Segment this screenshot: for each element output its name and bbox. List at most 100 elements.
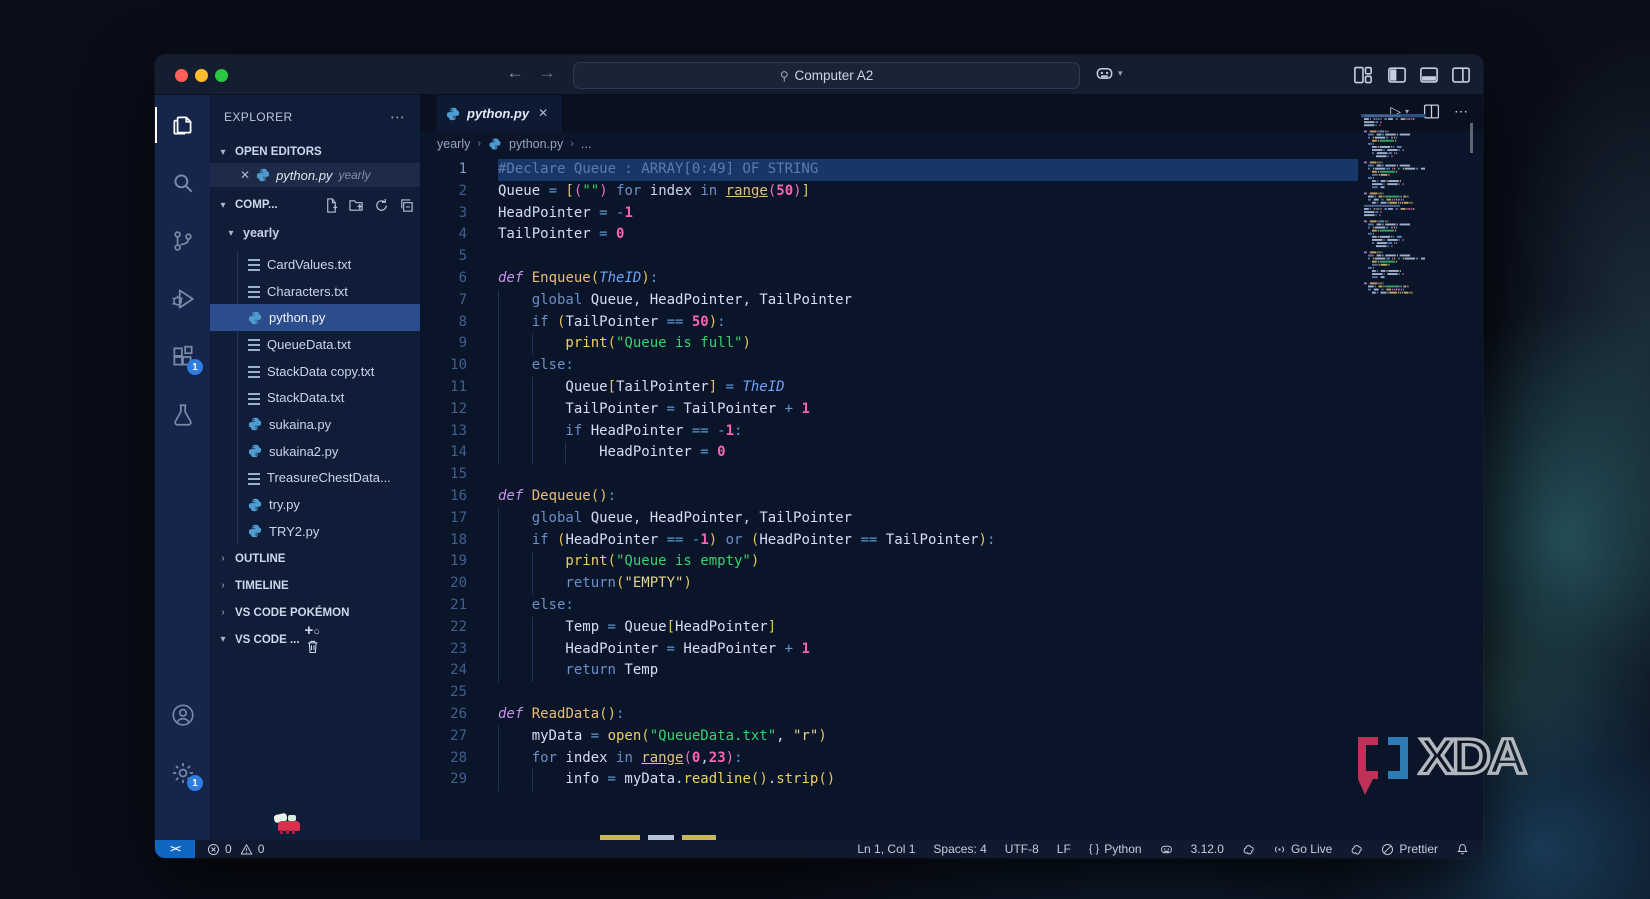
- breadcrumb-symbol[interactable]: ...: [581, 137, 591, 151]
- squiggle-icon[interactable]: [1350, 843, 1363, 856]
- code-line-24[interactable]: 24 return Temp: [420, 660, 1483, 683]
- code-line-27[interactable]: 27 myData = open("QueueData.txt", "r"): [420, 725, 1483, 748]
- code-line-16[interactable]: 16 def Dequeue():: [420, 486, 1483, 508]
- code-line-12[interactable]: 12 TailPointer = TailPointer + 1: [420, 398, 1483, 421]
- sidebar-section-vs-code-[interactable]: ▾ VS CODE ... +○: [210, 622, 420, 654]
- remote-indicator[interactable]: ><: [155, 840, 195, 858]
- scrollbar-thumb[interactable]: [1470, 123, 1473, 153]
- code-line-6[interactable]: 6 def Enqueue(TheID):: [420, 268, 1483, 290]
- minimap[interactable]: [1361, 113, 1425, 773]
- split-editor-icon[interactable]: [1423, 103, 1440, 120]
- open-editors-section[interactable]: ▾ OPEN EDITORS: [210, 141, 420, 163]
- problems-errors[interactable]: 0: [207, 842, 232, 856]
- code-line-10[interactable]: 10 else:: [420, 355, 1483, 377]
- trash-icon[interactable]: [305, 639, 320, 654]
- customize-layout-icon[interactable]: [1353, 65, 1373, 85]
- language-mode[interactable]: { } Python: [1089, 842, 1142, 856]
- search-sidebar-icon[interactable]: [155, 161, 210, 205]
- file-row-StackData copy.txt[interactable]: StackData copy.txt: [210, 358, 420, 385]
- code-line-5[interactable]: 5: [420, 246, 1483, 268]
- code-line-20[interactable]: 20 return("EMPTY"): [420, 573, 1483, 595]
- notifications-bell[interactable]: [1456, 843, 1469, 856]
- extensions-icon[interactable]: 1: [155, 335, 210, 379]
- code-line-1[interactable]: 1 #Declare Queue : ARRAY[0:49] OF STRING: [420, 159, 1483, 181]
- workspace-section[interactable]: ▾ COMP...: [210, 193, 420, 217]
- code-line-9[interactable]: 9 print("Queue is full"): [420, 333, 1483, 356]
- sidebar-section-timeline[interactable]: › TIMELINE: [210, 572, 420, 599]
- breadcrumb-folder[interactable]: yearly: [437, 137, 470, 151]
- copilot-status[interactable]: [1160, 843, 1173, 856]
- editor-more-actions-icon[interactable]: ⋯: [1454, 103, 1469, 120]
- new-folder-icon[interactable]: [349, 198, 364, 213]
- file-row-python.py[interactable]: python.py: [210, 304, 420, 332]
- code-line-23[interactable]: 23 HeadPointer = HeadPointer + 1: [420, 638, 1483, 661]
- account-icon[interactable]: [155, 693, 210, 737]
- code-line-15[interactable]: 15: [420, 464, 1483, 486]
- copilot-menu[interactable]: ▾: [1095, 64, 1123, 83]
- tab-close-icon[interactable]: ✕: [538, 106, 548, 120]
- cursor-position[interactable]: Ln 1, Col 1: [857, 842, 915, 856]
- close-icon[interactable]: ✕: [240, 168, 250, 182]
- code-line-13[interactable]: 13 if HeadPointer == -1:: [420, 420, 1483, 443]
- file-row-Characters.txt[interactable]: Characters.txt: [210, 278, 420, 305]
- new-file-icon[interactable]: [324, 197, 339, 213]
- file-row-CardValues.txt[interactable]: CardValues.txt: [210, 251, 420, 278]
- code-line-25[interactable]: 25: [420, 682, 1483, 704]
- file-row-try.py[interactable]: try.py: [210, 491, 420, 518]
- file-row-sukaina.py[interactable]: sukaina.py: [210, 411, 420, 438]
- prettier-status[interactable]: Prettier: [1381, 842, 1438, 856]
- indentation[interactable]: Spaces: 4: [933, 842, 986, 856]
- eol-sequence[interactable]: LF: [1057, 842, 1071, 856]
- file-row-TRY2.py[interactable]: TRY2.py: [210, 518, 420, 545]
- circle-icon[interactable]: ○: [313, 626, 320, 638]
- testing-icon[interactable]: [155, 393, 210, 437]
- forward-arrow-icon[interactable]: →: [535, 63, 559, 83]
- code-line-28[interactable]: 28 for index in range(0,23):: [420, 747, 1483, 770]
- refresh-icon[interactable]: [374, 198, 389, 213]
- code-line-17[interactable]: 17 global Queue, HeadPointer, TailPointer: [420, 507, 1483, 530]
- macos-close-button[interactable]: [175, 69, 188, 82]
- back-arrow-icon[interactable]: ←: [503, 63, 527, 83]
- settings-gear-icon[interactable]: 1: [155, 751, 210, 795]
- file-row-sukaina2.py[interactable]: sukaina2.py: [210, 438, 420, 465]
- code-line-11[interactable]: 11 Queue[TailPointer] = TheID: [420, 376, 1483, 399]
- sidebar-section-outline[interactable]: › OUTLINE: [210, 545, 420, 572]
- code-line-7[interactable]: 7 global Queue, HeadPointer, TailPointer: [420, 289, 1483, 312]
- code-line-4[interactable]: 4 TailPointer = 0: [420, 224, 1483, 246]
- file-row-TreasureChestData...[interactable]: TreasureChestData...: [210, 465, 420, 492]
- run-debug-icon[interactable]: [155, 277, 210, 321]
- code-line-29[interactable]: 29 info = myData.readline().strip(): [420, 769, 1483, 792]
- toggle-panel-icon[interactable]: [1419, 65, 1439, 85]
- toggle-sidebar-icon[interactable]: [1387, 65, 1407, 85]
- code-line-26[interactable]: 26 def ReadData():: [420, 704, 1483, 726]
- add-icon[interactable]: +: [305, 622, 314, 639]
- code-line-18[interactable]: 18 if (HeadPointer == -1) or (HeadPointer…: [420, 529, 1483, 552]
- go-live[interactable]: Go Live: [1273, 842, 1332, 856]
- code-line-19[interactable]: 19 print("Queue is empty"): [420, 551, 1483, 574]
- breadcrumb[interactable]: yearly › python.py › ...: [437, 131, 1483, 157]
- code-line-14[interactable]: 14 HeadPointer = 0: [420, 442, 1483, 465]
- code-line-2[interactable]: 2 Queue = [("") for index in range(50)]: [420, 181, 1483, 203]
- code-line-3[interactable]: 3 HeadPointer = -1: [420, 203, 1483, 225]
- explorer-icon[interactable]: [155, 103, 210, 147]
- code-lines[interactable]: 1 #Declare Queue : ARRAY[0:49] OF STRING 2…: [420, 157, 1483, 840]
- code-line-21[interactable]: 21 else:: [420, 594, 1483, 617]
- macos-maximize-button[interactable]: [215, 69, 228, 82]
- command-center-search[interactable]: ⚲ Computer A2: [573, 62, 1080, 89]
- collapse-all-icon[interactable]: [399, 198, 414, 213]
- problems-warnings[interactable]: 0: [240, 842, 264, 856]
- squiggle-icon[interactable]: [1242, 843, 1255, 856]
- explorer-more-actions-icon[interactable]: ⋯: [390, 108, 406, 126]
- macos-minimize-button[interactable]: [195, 69, 208, 82]
- open-editor-entry[interactable]: ✕ python.py yearly: [210, 163, 420, 187]
- file-row-QueueData.txt[interactable]: QueueData.txt: [210, 331, 420, 358]
- source-control-icon[interactable]: [155, 219, 210, 263]
- code-line-22[interactable]: 22 Temp = Queue[HeadPointer]: [420, 616, 1483, 639]
- code-line-8[interactable]: 8 if (TailPointer == 50):: [420, 311, 1483, 334]
- folder-yearly[interactable]: ▾ yearly: [210, 221, 420, 245]
- file-row-StackData.txt[interactable]: StackData.txt: [210, 384, 420, 411]
- encoding[interactable]: UTF-8: [1005, 842, 1039, 856]
- tab-python-py[interactable]: python.py ✕: [437, 95, 563, 131]
- breadcrumb-file[interactable]: python.py: [509, 137, 563, 151]
- toggle-secondary-sidebar-icon[interactable]: [1451, 65, 1471, 85]
